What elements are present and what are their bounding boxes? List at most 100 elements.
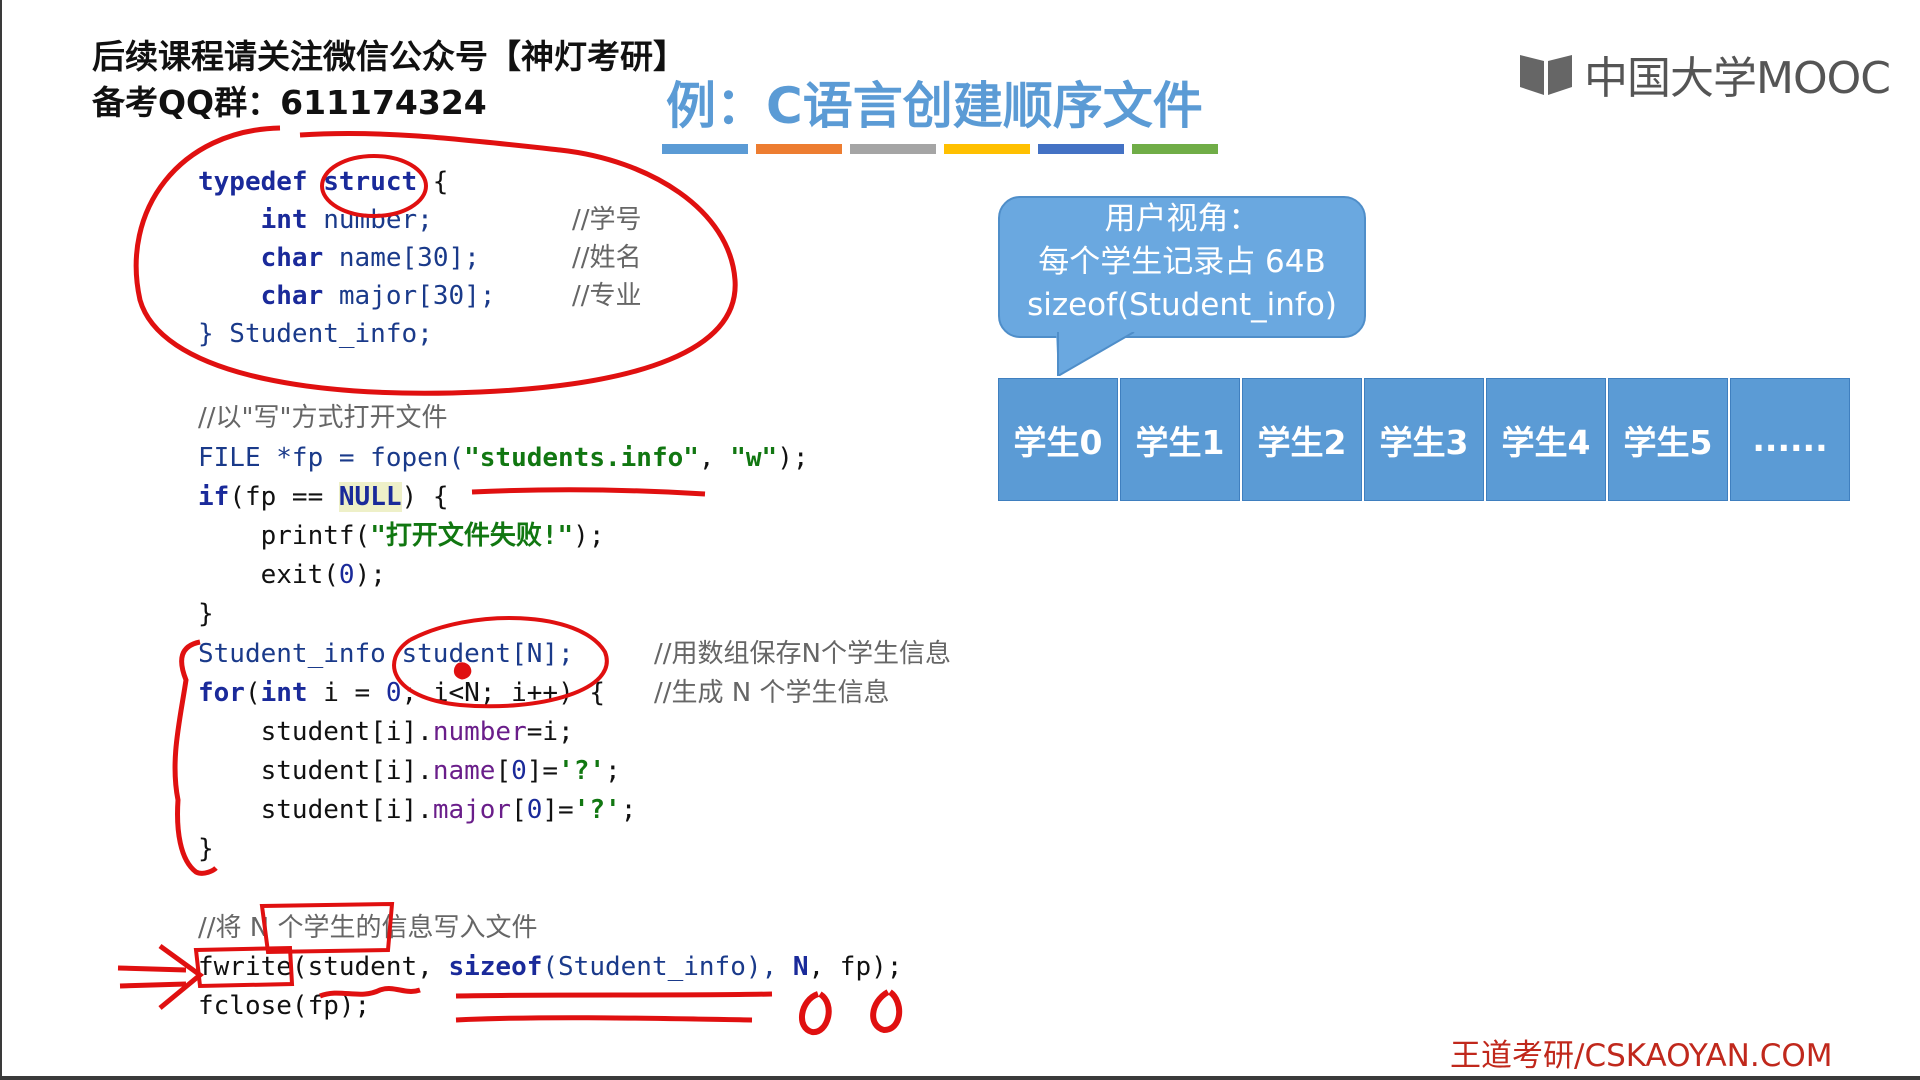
code-comment: //用数组保存N个学生信息 [654, 636, 951, 672]
code-line: char name[30]; [198, 240, 480, 276]
code-line: } [198, 831, 214, 867]
code-token: //以"写"方式打开文件 [198, 403, 448, 433]
code-token: //学号 [572, 205, 642, 235]
code-token: , fp); [808, 952, 903, 982]
code-token: { [417, 167, 449, 197]
title-color-bar [662, 144, 1218, 154]
bubble-line: sizeof(Student_info) [1027, 287, 1337, 323]
code-token: FILE *fp = fopen( [198, 443, 465, 473]
code-comment: //专业 [572, 278, 642, 314]
record-cell: 学生0 [998, 378, 1118, 501]
ink-underline-sizeof [455, 991, 773, 1023]
code-line: } Student_info; [198, 316, 433, 352]
code-line: student[i].name[0]='?'; [198, 753, 621, 789]
code-line: fclose(fp); [198, 988, 370, 1024]
code-token: student[i]. [260, 717, 433, 747]
record-cell: ...... [1730, 378, 1850, 501]
code-line: Student_info student[N]; [198, 636, 574, 672]
code-token: //专业 [572, 281, 642, 311]
code-token: N [792, 952, 809, 982]
code-token: number [432, 717, 527, 747]
promo-qq-line: 备考QQ群：611174324 [92, 83, 487, 122]
bubble-line: 每个学生记录占 64B [1038, 244, 1326, 280]
code-token: (Student_info), [542, 952, 793, 982]
code-token: fwrite(student, [198, 952, 449, 982]
record-cell: 学生4 [1486, 378, 1606, 501]
code-token: ); [573, 521, 605, 551]
code-token: //用数组保存N个学生信息 [654, 639, 951, 669]
logo-text: 中国大学MOOC [1584, 53, 1891, 104]
code-line: for(int i = 0; i<N; i++) { [198, 675, 605, 711]
bubble-line: 用户视角： [1104, 201, 1260, 237]
code-token: //姓名 [572, 243, 642, 273]
code-line: if(fp == NULL) { [198, 479, 448, 515]
code-token: ]= [542, 795, 574, 825]
code-token: ); [354, 560, 386, 590]
code-comment: //生成 N 个学生信息 [654, 675, 890, 711]
code-token: major [432, 795, 512, 825]
speech-bubble: 用户视角： 每个学生记录占 64B sizeof(Student_info) [998, 196, 1366, 338]
promo-wechat-line: 后续课程请关注微信公众号【神灯考研】 [92, 37, 686, 76]
code-token: //将 N 个学生的信息写入文件 [198, 913, 538, 943]
code-line: student[i].major[0]='?'; [198, 792, 637, 828]
code-token: (fp == [229, 482, 339, 512]
code-token: , [698, 443, 731, 473]
code-token: 0 [511, 756, 527, 786]
code-token: 0 [526, 795, 543, 825]
code-token: "打开文件失败!" [370, 521, 574, 551]
code-line: } [198, 596, 214, 632]
code-token: 0 [385, 678, 402, 708]
code-token: Student_info student[N]; [198, 639, 574, 669]
code-token: sizeof [448, 952, 543, 982]
code-line: fwrite(student, sizeof(Student_info), N,… [198, 949, 902, 985]
code-token: } [198, 834, 214, 864]
code-token: =i; [526, 717, 574, 747]
code-token: name[30]; [323, 243, 480, 273]
code-token: exit( [260, 560, 339, 590]
code-token: printf( [260, 521, 371, 551]
slide-title: 例：C语言创建顺序文件 [666, 77, 1203, 135]
code-token: } Student_info; [198, 319, 433, 349]
code-token: major[30]; [323, 281, 496, 311]
code-token: name [432, 756, 496, 786]
code-token: '?' [573, 795, 621, 825]
code-line: typedef struct { [198, 164, 448, 200]
watermark: 王道考研/CSKAOYAN.COM [1450, 1038, 1833, 1074]
color-segment [944, 144, 1030, 154]
code-token: ( [244, 678, 261, 708]
record-cell: 学生3 [1364, 378, 1484, 501]
code-token: int [260, 205, 308, 235]
book-icon [1520, 55, 1572, 95]
code-token: char [260, 281, 324, 311]
code-token: if [198, 482, 230, 512]
student-records-row: 学生0 学生1 学生2 学生3 学生4 学生5 ...... [998, 378, 1852, 501]
mooc-logo: 中国大学MOOC [1518, 48, 1891, 104]
code-token: '?' [558, 756, 606, 786]
code-token: "w" [730, 443, 778, 473]
code-token: NULL [338, 482, 402, 512]
record-cell: 学生5 [1608, 378, 1728, 501]
code-token: [ [511, 795, 527, 825]
code-token: [ [495, 756, 512, 786]
code-line: char major[30]; [198, 278, 496, 314]
code-line: exit(0); [198, 557, 386, 593]
code-token: ); [777, 443, 809, 473]
code-token: number; [307, 205, 433, 235]
code-line: student[i].number=i; [198, 714, 574, 750]
code-token: char [260, 243, 324, 273]
code-line: int number; [198, 202, 433, 238]
bubble-tail [1056, 332, 1136, 376]
code-token: //生成 N 个学生信息 [654, 678, 890, 708]
code-token: fclose(fp); [198, 991, 371, 1021]
record-cell: 学生2 [1242, 378, 1362, 501]
color-segment [1038, 144, 1124, 154]
code-comment: //将 N 个学生的信息写入文件 [198, 910, 538, 946]
code-token: ; i<N; i++) { [401, 678, 606, 708]
code-token: 0 [338, 560, 355, 590]
ink-mark-2 [870, 989, 902, 1034]
code-comment: //学号 [572, 202, 642, 238]
ink-arrow [117, 943, 205, 1010]
code-token: ]= [526, 756, 559, 786]
code-token: for [198, 678, 245, 708]
frame-bottom-border [0, 1076, 1920, 1080]
